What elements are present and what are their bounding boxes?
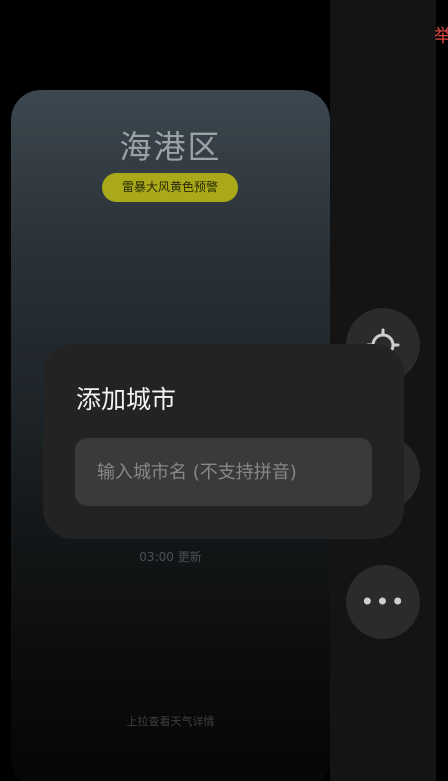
city-search-input[interactable] — [75, 438, 372, 506]
edge-partial-label: 举 — [434, 26, 448, 47]
more-dots-icon: ••• — [360, 588, 406, 616]
swipe-up-hint: 上拉查看天气详情 — [126, 715, 215, 728]
screen: 举 海港区 雷暴大风黄色预警 03:00 更新 上拉查看天气详情 ••• 添加城… — [0, 0, 448, 781]
weather-warning-badge[interactable]: 雷暴大风黄色预警 — [102, 173, 238, 202]
city-name: 海港区 — [119, 128, 222, 166]
add-city-dialog: 添加城市 — [43, 344, 404, 539]
update-time: 03:00 更新 — [139, 550, 202, 564]
dialog-title: 添加城市 — [76, 385, 177, 414]
more-button[interactable]: ••• — [346, 565, 420, 639]
